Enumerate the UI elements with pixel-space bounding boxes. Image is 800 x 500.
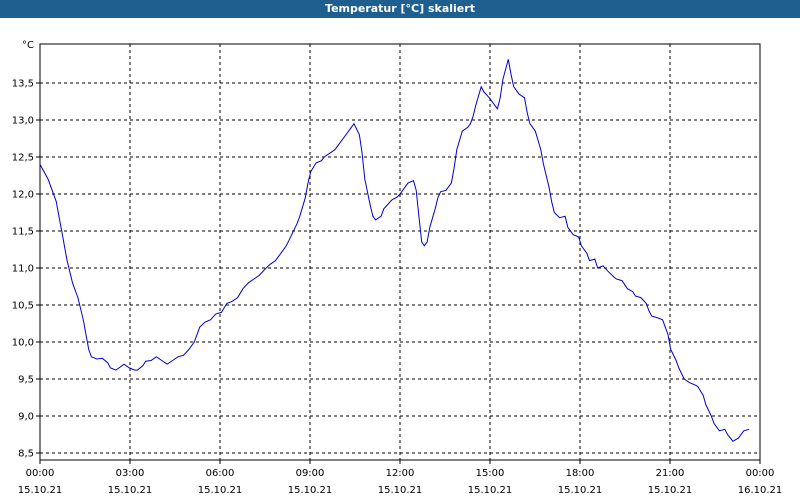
- y-tick-label: 13,5: [12, 79, 34, 90]
- x-tick-time-label: 15:00: [476, 468, 505, 479]
- y-tick-label: 12,5: [12, 153, 34, 164]
- x-tick-time-label: 06:00: [206, 468, 235, 479]
- x-tick-time-label: 00:00: [26, 468, 55, 479]
- x-tick-time-label: 00:00: [746, 468, 775, 479]
- x-tick-date-label: 15.10.21: [198, 485, 243, 496]
- y-tick-label: 9,0: [18, 412, 34, 423]
- y-tick-label: 8,5: [18, 449, 34, 460]
- y-tick-label: 11,0: [12, 264, 34, 275]
- y-tick-label: 10,5: [12, 301, 34, 312]
- temperature-chart: 8,5 9,0 9,5 10,0 10,5 11,0 11,5 12,0 12,5 13,0 13,…: [12, 40, 783, 496]
- y-unit-label: °C: [22, 40, 34, 51]
- x-tick-date-label: 15.10.21: [18, 485, 63, 496]
- y-tick-label: 11,5: [12, 227, 34, 238]
- y-tick-label: 9,5: [18, 375, 34, 386]
- x-tick-date-label: 15.10.21: [468, 485, 513, 496]
- x-tick-date-label: 15.10.21: [558, 485, 603, 496]
- y-tick-label: 12,0: [12, 190, 34, 201]
- x-tick-time-label: 03:00: [116, 468, 145, 479]
- x-tick-date-label: 15.10.21: [378, 485, 423, 496]
- x-tick-time-label: 18:00: [566, 468, 595, 479]
- x-tick-date-label: 16.10.21: [738, 485, 783, 496]
- x-tick-date-label: 15.10.21: [648, 485, 693, 496]
- series-layer: [39, 59, 750, 442]
- x-tick-time-label: 12:00: [386, 468, 415, 479]
- x-tick-time-label: 09:00: [296, 468, 325, 479]
- x-tick-date-label: 15.10.21: [108, 485, 153, 496]
- axes-layer: [36, 43, 761, 464]
- x-tick-date-label: 15.10.21: [288, 485, 333, 496]
- y-tick-label: 13,0: [12, 116, 34, 127]
- grid-layer: [40, 44, 760, 460]
- x-tick-time-label: 21:00: [656, 468, 685, 479]
- temperature-line: [39, 59, 750, 442]
- y-tick-label: 10,0: [12, 338, 34, 349]
